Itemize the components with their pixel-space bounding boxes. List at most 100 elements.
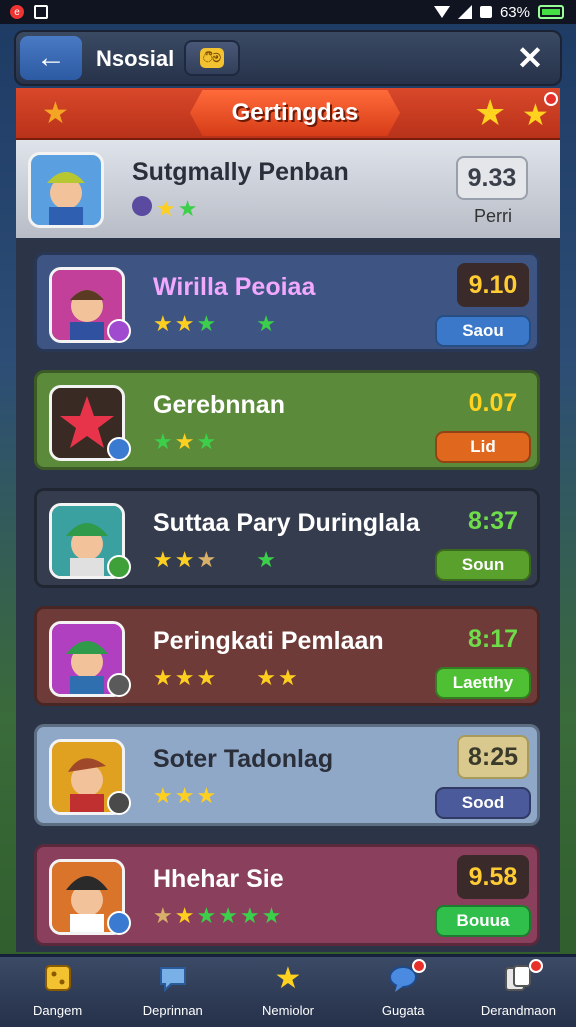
level-badge-icon [107,555,131,579]
player-name: Hhehar Sie [153,865,284,893]
score-value: 8:37 [467,506,519,535]
star-icon: ★ [196,665,217,690]
score-box: 9.33 [456,156,528,200]
star-icon: ★ [153,547,173,572]
level-badge-icon [107,437,131,461]
nav-item-derandmaon[interactable]: Derandmaon [461,957,576,1027]
score-value: 0.07 [468,388,518,417]
star-icon: ★ [196,783,217,808]
star-icon: ★ [196,547,217,572]
score-value: 9.58 [468,862,518,891]
star-icon: ★ [239,903,260,928]
notification-dot [411,959,426,973]
star-icon: ★ [196,429,217,454]
action-button[interactable]: Sood [435,787,531,819]
signal-icon [457,5,472,19]
star-rating: ★ ★ ★ ★ [153,311,276,337]
level-badge-icon [107,791,131,815]
list-item[interactable]: Sutgmally Penban ★ ★ 9.33 Perri [16,140,560,238]
star-icon: ★ [196,903,217,928]
close-button[interactable]: ✕ [510,38,550,78]
player-name: Gerebnnan [153,391,285,419]
action-button-label: Sood [461,793,505,812]
player-name: Soter Tadonlag [153,745,334,773]
star-icon: ★ [274,961,302,995]
star-icon: ★ [153,429,173,454]
star-rating: ★ ★ ★ ★ [153,547,276,573]
score-value: 9.10 [468,270,518,299]
battery-percent: 63% [499,3,530,21]
nav-item-dangem[interactable]: Dangem [0,957,115,1027]
player-name: Suttaa Pary Duringlala [153,509,420,537]
star-icon: ★ [218,903,238,928]
page-title: Nsosial [96,46,175,71]
lock-icon [479,6,492,18]
star-icon: ★ [153,903,173,928]
level-badge-icon [107,319,131,343]
dice-icon [41,961,75,995]
action-button-label: Soun [461,555,505,574]
battery-icon [538,5,564,19]
list-item[interactable]: Wirilla Peoiaa ★ ★ ★ ★ 9.10 Saou [34,252,540,352]
star-icon: ★ [256,547,276,572]
rewards-button[interactable]: ★ [522,92,558,132]
star-icon: ★ [174,547,195,572]
rank-badge-icon [132,196,152,216]
score-value: 8:25 [467,742,519,771]
list-item[interactable]: Suttaa Pary Duringlala ★ ★ ★ ★ 8:37 Soun [34,488,540,588]
list-item[interactable]: Hhehar Sie ★ ★ ★ ★ ★ ★ 9.58 Bouua [34,844,540,946]
star-icon: ★ [174,665,195,690]
star-icon: ★ [256,665,276,690]
action-button[interactable]: Bouua [435,905,531,937]
nav-label: Derandmaon [480,1003,556,1018]
level-badge-icon [107,911,131,935]
list-item[interactable]: Gerebnnan ★ ★ ★ 0.07 Lid [34,370,540,470]
score-box: 9.58 [457,855,529,899]
banner-title: Gertingdas [231,99,359,126]
list-item[interactable]: Peringkati Pemlaan ★ ★ ★ ★ ★ 8:17 Laetth… [34,606,540,706]
action-button[interactable]: Laetthy [435,667,531,699]
coin-icon: ීම [200,48,224,68]
avatar [28,152,104,228]
currency-button[interactable]: ීම [184,40,240,76]
star-icon: ★ [42,97,69,130]
player-name: Peringkati Pemlaan [153,627,384,655]
score-box: 8:17 [457,617,529,661]
star-rating: ★ ★ ★ ★ ★ [153,665,298,691]
top-header: ← Nsosial ීම ✕ [14,30,562,86]
score-value: 9.33 [467,163,517,192]
action-button[interactable]: Saou [435,315,531,347]
star-icon: ★ [256,311,276,336]
wifi-icon [433,6,450,18]
score-caption: Perri [474,206,513,226]
chat-icon [156,961,190,995]
action-button[interactable]: Soun [435,549,531,581]
list-item[interactable]: Soter Tadonlag ★ ★ ★ 8:25 Sood [34,724,540,826]
player-name: Wirilla Peoiaa [153,273,316,301]
star-rating: ★ ★ [132,196,197,222]
status-bar: e 63% [0,0,576,24]
back-button[interactable]: ← [20,36,82,80]
star-icon: ★ [174,311,195,336]
star-icon: ★ [277,665,298,690]
action-button-label: Saou [462,321,504,340]
score-box: 8:37 [457,499,529,543]
nav-item-nemiolor[interactable]: ★ Nemiolor [230,957,345,1027]
nav-item-deprinnan[interactable]: Deprinnan [115,957,230,1027]
score-box: 8:25 [457,735,529,779]
star-icon: ★ [174,429,195,454]
player-name: Sutgmally Penban [132,158,349,186]
nav-label: Dangem [33,1003,83,1018]
nav-label: Nemiolor [262,1003,315,1018]
bottom-navigation: Dangem Deprinnan ★ Nemiolor Gugata Deran… [0,954,576,1027]
action-button[interactable]: Lid [435,431,531,463]
star-icon: ★ [174,783,195,808]
banner-ribbon: Gertingdas [190,90,400,136]
action-button-label: Bouua [456,911,510,930]
level-badge-icon [107,673,131,697]
star-icon: ★ [153,783,173,808]
nav-item-gugata[interactable]: Gugata [346,957,461,1027]
star-icon: ★ [474,92,507,133]
close-icon: ✕ [516,40,544,76]
leaderboard-banner: ★ Gertingdas ★ ★ [16,88,560,141]
